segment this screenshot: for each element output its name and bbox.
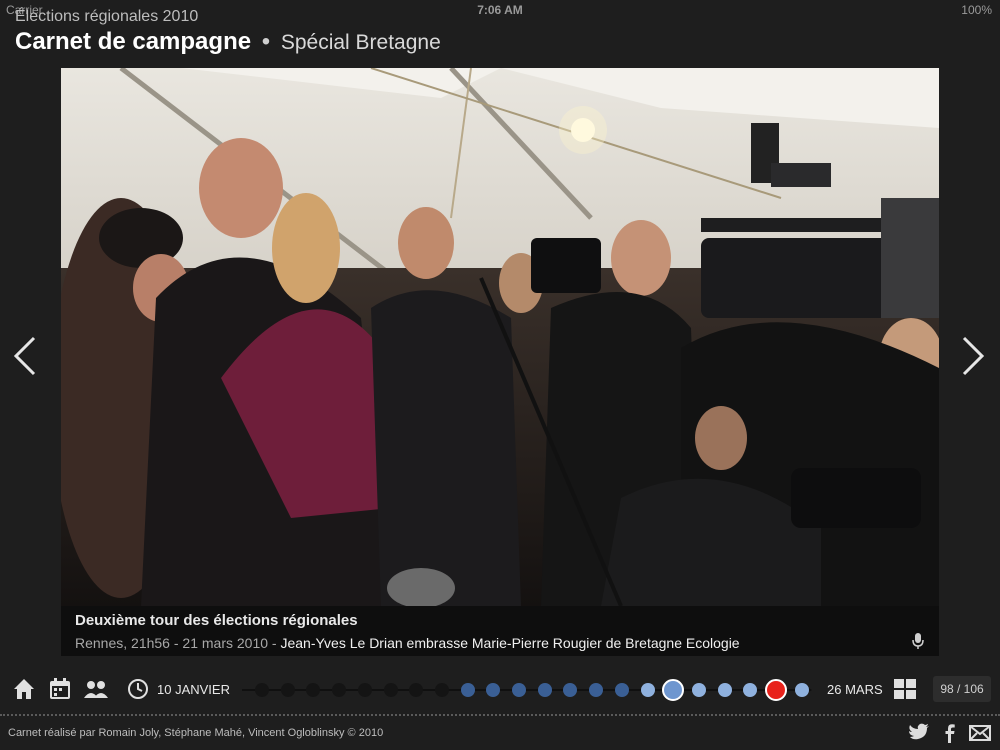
photo-illustration bbox=[61, 68, 939, 606]
timeline-dot[interactable] bbox=[409, 683, 424, 697]
timeline-dot[interactable] bbox=[255, 683, 269, 697]
timeline-dot[interactable] bbox=[434, 683, 449, 697]
caption-description: Jean-Yves Le Drian embrasse Marie-Pierre… bbox=[280, 635, 740, 651]
timeline-dot[interactable] bbox=[743, 683, 758, 697]
timeline-dot[interactable] bbox=[306, 683, 321, 697]
page-title: Carnet de campagne • Spécial Bretagne bbox=[15, 28, 441, 56]
timeline-dot[interactable] bbox=[717, 683, 732, 697]
timeline-dot[interactable] bbox=[512, 683, 526, 697]
next-arrow-icon[interactable] bbox=[958, 334, 988, 378]
title-separator: • bbox=[261, 28, 271, 55]
people-icon[interactable] bbox=[83, 676, 109, 702]
bottom-toolbar: 10 JANVIER 26 MARS 98 / 106 bbox=[0, 670, 1000, 710]
caption-title: Deuxième tour des élections régionales bbox=[75, 612, 358, 629]
clock-icon[interactable] bbox=[125, 676, 151, 702]
timeline-dot[interactable] bbox=[662, 679, 685, 701]
title-subtitle: Spécial Bretagne bbox=[280, 31, 441, 54]
mail-icon[interactable] bbox=[968, 722, 992, 744]
photo-caption: Deuxième tour des élections régionales R… bbox=[61, 606, 939, 656]
timeline-dot[interactable] bbox=[563, 683, 578, 697]
title-main: Carnet de campagne bbox=[15, 28, 252, 55]
twitter-icon[interactable] bbox=[907, 722, 931, 744]
timeline-dot[interactable] bbox=[691, 683, 706, 697]
timeline-dot[interactable] bbox=[486, 683, 501, 697]
timeline-dot[interactable] bbox=[589, 683, 604, 697]
photo-counter: 98 / 106 bbox=[933, 676, 991, 702]
timeline-dot[interactable] bbox=[794, 683, 809, 697]
timeline-dot[interactable] bbox=[280, 683, 295, 697]
calendar-icon[interactable] bbox=[47, 676, 73, 702]
caption-line: Rennes, 21h56 - 21 mars 2010 - Jean-Yves… bbox=[75, 635, 740, 651]
previous-arrow-icon[interactable] bbox=[10, 334, 40, 378]
timeline-dot[interactable] bbox=[765, 679, 787, 701]
timeline-dot[interactable] bbox=[537, 683, 552, 697]
section-kicker: Élections régionales 2010 bbox=[15, 8, 199, 25]
timeline-dot[interactable] bbox=[332, 683, 347, 697]
microphone-icon[interactable] bbox=[911, 632, 925, 650]
timeline-end-date: 26 MARS bbox=[827, 682, 883, 697]
footer-divider bbox=[0, 714, 1000, 716]
battery-label: 100% bbox=[961, 3, 992, 17]
footer-credits: Carnet réalisé par Romain Joly, Stéphane… bbox=[8, 727, 384, 739]
grid-icon[interactable] bbox=[892, 676, 918, 702]
main-photo[interactable] bbox=[61, 68, 939, 606]
timeline-start-date: 10 JANVIER bbox=[157, 682, 230, 697]
timeline-dot[interactable] bbox=[614, 683, 629, 697]
timeline-dot[interactable] bbox=[383, 683, 398, 697]
timeline-dot[interactable] bbox=[460, 683, 475, 697]
timeline-dot[interactable] bbox=[640, 683, 655, 697]
caption-place-time: Rennes, 21h56 - 21 mars 2010 - bbox=[75, 635, 281, 651]
home-icon[interactable] bbox=[11, 676, 37, 702]
timeline-slider[interactable] bbox=[242, 675, 820, 705]
facebook-icon[interactable] bbox=[938, 722, 962, 744]
timeline-dot[interactable] bbox=[357, 683, 372, 697]
